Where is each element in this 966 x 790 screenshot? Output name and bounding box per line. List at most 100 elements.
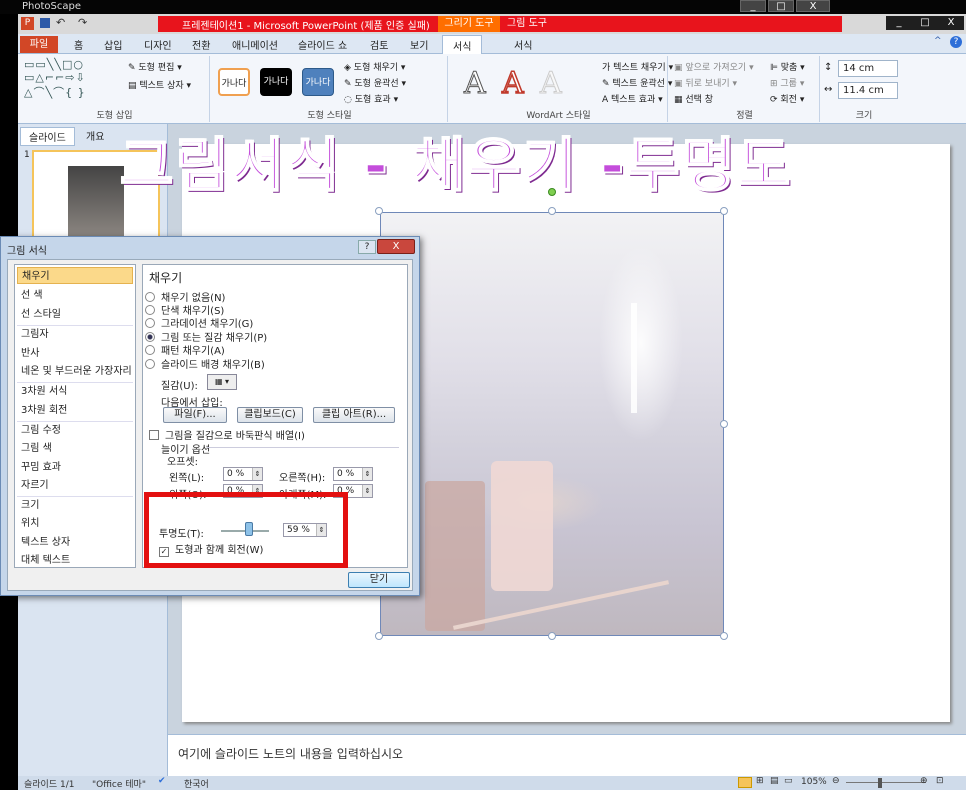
category-size[interactable]: 크기 — [17, 497, 133, 514]
save-icon[interactable] — [40, 18, 50, 28]
ribbon-tabs: 파일 홈 삽입 디자인 전환 애니메이션 슬라이드 쇼 검토 보기 서식 서식 … — [18, 34, 966, 54]
slide-picture[interactable] — [380, 212, 724, 636]
theme-indicator: "Office 테마" — [92, 780, 146, 790]
ppt-maximize-icon[interactable]: □ — [912, 16, 938, 30]
dialog-help-icon[interactable]: ? — [358, 240, 376, 254]
tab-slides[interactable]: 슬라이드 — [20, 127, 75, 146]
tab-format-drawing[interactable]: 서식 — [442, 35, 483, 54]
radio-pattern-fill[interactable]: 패턴 채우기(A) — [145, 342, 225, 357]
category-crop[interactable]: 자르기 — [17, 477, 133, 494]
tab-format-picture[interactable]: 서식 — [514, 37, 532, 52]
category-line-color[interactable]: 선 색 — [17, 287, 133, 304]
tab-transitions[interactable]: 전환 — [192, 37, 210, 52]
shape-style-blue[interactable]: 가나다 — [302, 68, 334, 96]
category-shadow[interactable]: 그림자 — [17, 326, 133, 343]
shape-effects-button[interactable]: ◌ 도형 효과 ▾ — [344, 92, 398, 105]
right-offset-field[interactable]: 0 % ⇕ — [333, 467, 373, 481]
dialog-close-icon[interactable]: X — [377, 239, 415, 254]
category-glow[interactable]: 네온 및 부드러운 가장자리 — [17, 363, 133, 380]
picture-tools-context: 그림 도구 — [500, 16, 554, 32]
reading-view-icon[interactable]: ▤ — [770, 776, 779, 786]
category-3d-rotation[interactable]: 3차원 회전 — [17, 402, 133, 419]
category-position[interactable]: 위치 — [17, 515, 133, 532]
window-title: 프레젠테이션1 - Microsoft PowerPoint (제품 인증 실패… — [182, 21, 430, 32]
redo-icon[interactable]: ↷ — [78, 16, 87, 29]
radio-gradient-fill[interactable]: 그라데이션 채우기(G) — [145, 315, 253, 330]
resize-handle-se[interactable] — [720, 632, 728, 640]
shapes-gallery[interactable]: ▭▭╲╲□○ ▭△⌐⌐⇨⇩ △⌒╲⌒{ } — [24, 58, 86, 100]
help-icon[interactable]: ? — [950, 36, 962, 48]
tab-home[interactable]: 홈 — [74, 37, 83, 52]
tab-view[interactable]: 보기 — [410, 37, 428, 52]
undo-icon[interactable]: ↶ — [56, 16, 65, 29]
shape-outline-button[interactable]: ✎ 도형 윤곽선 ▾ — [344, 76, 406, 89]
text-fill-button[interactable]: 가 텍스트 채우기 ▾ — [602, 60, 673, 73]
resize-handle-e[interactable] — [720, 420, 728, 428]
rotate-button[interactable]: ⟳ 회전 ▾ — [770, 92, 804, 105]
resize-handle-nw[interactable] — [375, 207, 383, 215]
sorter-view-icon[interactable]: ⊞ — [756, 776, 764, 786]
file-button[interactable]: 파일(F)... — [163, 407, 227, 423]
tab-slideshow[interactable]: 슬라이드 쇼 — [298, 37, 347, 52]
ppt-minimize-icon[interactable]: _ — [886, 16, 912, 30]
fit-window-icon[interactable]: ⊡ — [936, 776, 944, 786]
tab-review[interactable]: 검토 — [370, 37, 388, 52]
resize-handle-s[interactable] — [548, 632, 556, 640]
zoom-out-icon[interactable]: ⊖ — [832, 776, 840, 786]
zoom-in-icon[interactable]: ⊕ — [920, 776, 928, 786]
tab-file[interactable]: 파일 — [20, 36, 58, 53]
edit-shape-button[interactable]: ✎ 도형 편집 ▾ — [128, 60, 182, 73]
wordart-style-outline[interactable]: A — [464, 66, 487, 102]
normal-view-icon[interactable] — [738, 777, 752, 788]
category-text-box[interactable]: 텍스트 상자 — [17, 534, 133, 551]
zoom-level[interactable]: 105% — [801, 777, 827, 787]
zoom-thumb[interactable] — [878, 778, 882, 788]
wordart-style-red[interactable]: A — [501, 65, 524, 102]
radio-background-fill[interactable]: 슬라이드 배경 채우기(B) — [145, 356, 265, 371]
category-fill[interactable]: 채우기 — [17, 267, 133, 284]
align-button[interactable]: ⊫ 맞춤 ▾ — [770, 60, 805, 73]
textbox-button[interactable]: ▤ 텍스트 상자 ▾ — [128, 78, 191, 91]
ppt-close-icon[interactable]: X — [938, 16, 964, 30]
clipboard-button[interactable]: 클립보드(C) — [237, 407, 303, 423]
slideshow-view-icon[interactable]: ▭ — [784, 776, 793, 786]
spellcheck-icon[interactable]: ✔ — [158, 776, 166, 786]
group-button[interactable]: ⊞ 그룹 ▾ — [770, 76, 804, 89]
resize-handle-n[interactable] — [548, 207, 556, 215]
tab-design[interactable]: 디자인 — [144, 37, 172, 52]
minimize-icon[interactable]: _ — [740, 0, 766, 12]
category-picture-corrections[interactable]: 그림 수정 — [17, 422, 133, 439]
selection-pane-button[interactable]: ▦ 선택 창 — [674, 92, 713, 105]
category-artistic-effects[interactable]: 꾸밈 효과 — [17, 459, 133, 476]
shape-style-orange-outline[interactable]: 가나다 — [218, 68, 250, 96]
height-field[interactable]: 14 cm — [838, 60, 898, 77]
wordart-style-light[interactable]: A — [540, 66, 563, 102]
dialog-close-button[interactable]: 닫기 — [348, 572, 410, 588]
category-alt-text[interactable]: 대체 텍스트 — [17, 552, 133, 569]
zoom-slider[interactable] — [846, 782, 926, 783]
category-line-style[interactable]: 선 스타일 — [17, 306, 133, 323]
text-outline-button[interactable]: ✎ 텍스트 윤곽선 ▾ — [602, 76, 672, 89]
tab-animations[interactable]: 애니메이션 — [232, 37, 278, 52]
category-reflection[interactable]: 반사 — [17, 345, 133, 362]
ribbon-collapse-icon[interactable]: ^ — [934, 36, 942, 46]
clipart-button[interactable]: 클립 아트(R)... — [313, 407, 395, 423]
resize-handle-ne[interactable] — [720, 207, 728, 215]
close-icon[interactable]: X — [796, 0, 830, 12]
texture-dropdown[interactable]: ▦ ▾ — [207, 374, 237, 390]
tile-checkbox[interactable]: 그림을 질감으로 바둑판식 배열(I) — [149, 427, 305, 442]
tab-insert[interactable]: 삽입 — [104, 37, 122, 52]
category-picture-color[interactable]: 그림 색 — [17, 440, 133, 457]
text-effects-button[interactable]: A 텍스트 효과 ▾ — [602, 92, 663, 105]
category-3d-format[interactable]: 3차원 서식 — [17, 383, 133, 400]
notes-pane[interactable]: 여기에 슬라이드 노트의 내용을 입력하십시오 — [168, 734, 966, 778]
send-backward-button[interactable]: ▣ 뒤로 보내기 ▾ — [674, 76, 737, 89]
shape-fill-button[interactable]: ◈ 도형 채우기 ▾ — [344, 60, 405, 73]
maximize-icon[interactable]: □ — [768, 0, 794, 12]
bring-forward-button[interactable]: ▣ 앞으로 가져오기 ▾ — [674, 60, 754, 73]
width-field[interactable]: 11.4 cm — [838, 82, 898, 99]
left-offset-field[interactable]: 0 % ⇕ — [223, 467, 263, 481]
tab-outline[interactable]: 개요 — [78, 127, 112, 144]
resize-handle-sw[interactable] — [375, 632, 383, 640]
shape-style-black[interactable]: 가나다 — [260, 68, 292, 96]
